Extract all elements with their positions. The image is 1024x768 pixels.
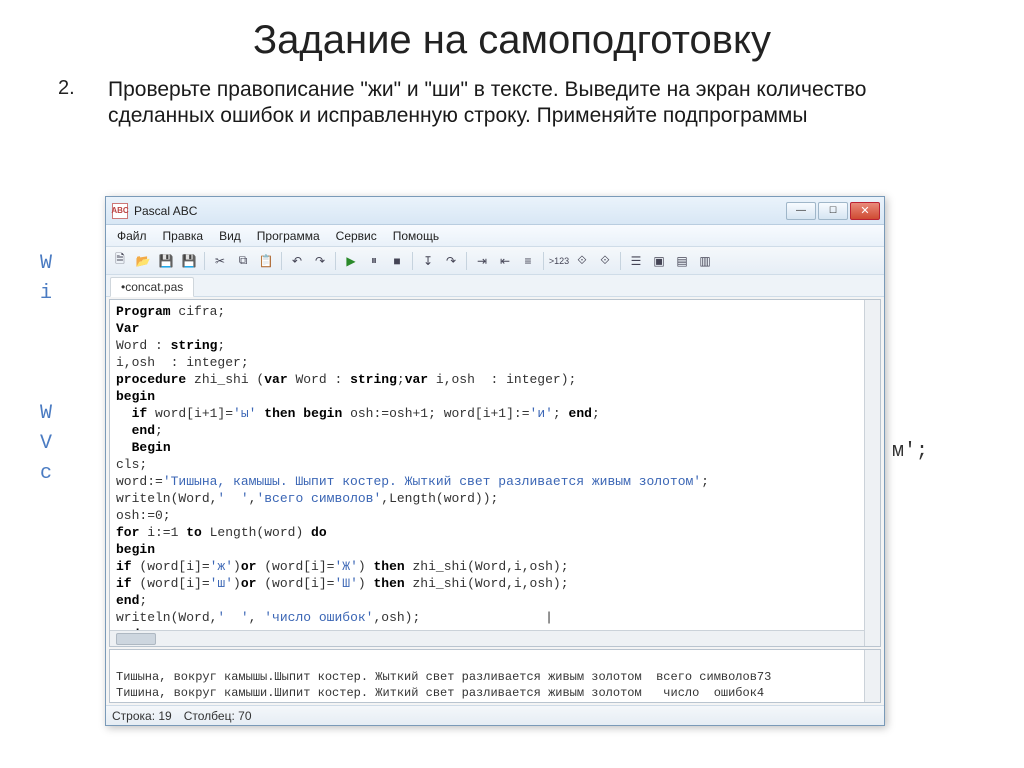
format-icon[interactable]: ≡: [518, 251, 538, 271]
stop-icon[interactable]: ■: [387, 251, 407, 271]
file-tab[interactable]: •concat.pas: [110, 277, 194, 297]
copy-icon[interactable]: ⧉: [233, 251, 253, 271]
run-icon[interactable]: ▶: [341, 251, 361, 271]
menu-service[interactable]: Сервис: [329, 227, 384, 245]
menu-edit[interactable]: Правка: [156, 227, 211, 245]
toolbar-sep: [281, 252, 282, 270]
redo-icon[interactable]: ↷: [310, 251, 330, 271]
task-number: 2.: [58, 77, 86, 130]
minimize-button[interactable]: [786, 202, 816, 220]
cut-icon[interactable]: ✂: [210, 251, 230, 271]
toolbar: 🗎 📂 💾 💾 ✂ ⧉ 📋 ↶ ↷ ▶ ⏸ ■ ↧ ↷ ⇥ ⇤ ≡ >123 ⟐…: [106, 247, 884, 275]
menu-file[interactable]: Файл: [110, 227, 154, 245]
tpl-icon[interactable]: >123: [549, 251, 569, 271]
window-title: Pascal ABC: [134, 204, 786, 218]
tpl-icon[interactable]: ⟐: [572, 251, 592, 271]
nav-icon[interactable]: ▥: [695, 251, 715, 271]
status-col: Столбец: 70: [184, 709, 252, 723]
maximize-button[interactable]: [818, 202, 848, 220]
app-icon: ABC: [112, 203, 128, 219]
toolbar-sep: [620, 252, 621, 270]
outdent-icon[interactable]: ⇤: [495, 251, 515, 271]
background-suffix: м';: [892, 440, 928, 463]
toolbar-sep: [335, 252, 336, 270]
output-line: Тишина, вокруг камыши.Шипит костер. Житк…: [116, 686, 764, 700]
tabbar: •concat.pas: [106, 275, 884, 297]
save-icon[interactable]: 💾: [156, 251, 176, 271]
open-file-icon[interactable]: 📂: [133, 251, 153, 271]
toolbar-sep: [412, 252, 413, 270]
new-file-icon[interactable]: 🗎: [110, 251, 130, 271]
pause-icon[interactable]: ⏸: [364, 251, 384, 271]
v-scrollbar[interactable]: [864, 650, 880, 702]
menu-help[interactable]: Помощь: [386, 227, 446, 245]
menu-view[interactable]: Вид: [212, 227, 248, 245]
h-scrollbar[interactable]: [110, 630, 864, 646]
toolbar-sep: [466, 252, 467, 270]
output-panel[interactable]: Тишына, вокруг камышы.Шыпит костер. Жытк…: [109, 649, 881, 703]
tpl-icon[interactable]: ⟐: [595, 251, 615, 271]
titlebar[interactable]: ABC Pascal ABC: [106, 197, 884, 225]
paste-icon[interactable]: 📋: [256, 251, 276, 271]
scroll-thumb[interactable]: [116, 633, 156, 645]
status-line: Строка: 19: [112, 709, 172, 723]
step-into-icon[interactable]: ↧: [418, 251, 438, 271]
slide-title: Задание на самоподготовку: [30, 18, 994, 63]
nav-icon[interactable]: ▤: [672, 251, 692, 271]
indent-icon[interactable]: ⇥: [472, 251, 492, 271]
nav-icon[interactable]: ▣: [649, 251, 669, 271]
save-all-icon[interactable]: 💾: [179, 251, 199, 271]
undo-icon[interactable]: ↶: [287, 251, 307, 271]
statusbar: Строка: 19 Столбец: 70: [106, 705, 884, 725]
close-button[interactable]: [850, 202, 880, 220]
toolbar-sep: [543, 252, 544, 270]
step-over-icon[interactable]: ↷: [441, 251, 461, 271]
nav-icon[interactable]: ☰: [626, 251, 646, 271]
v-scrollbar[interactable]: [864, 300, 880, 646]
output-line: Тишына, вокруг камышы.Шыпит костер. Жытк…: [116, 670, 771, 684]
task-text: Проверьте правописание "жи" и "ши" в тек…: [108, 77, 968, 130]
menu-program[interactable]: Программа: [250, 227, 327, 245]
toolbar-sep: [204, 252, 205, 270]
menubar: Файл Правка Вид Программа Сервис Помощь: [106, 225, 884, 247]
pascal-window: ABC Pascal ABC Файл Правка Вид Программа…: [105, 196, 885, 726]
code-editor[interactable]: Program cifra; Var Word : string; i,osh …: [109, 299, 881, 647]
background-text: Wi WVc: [40, 252, 52, 492]
